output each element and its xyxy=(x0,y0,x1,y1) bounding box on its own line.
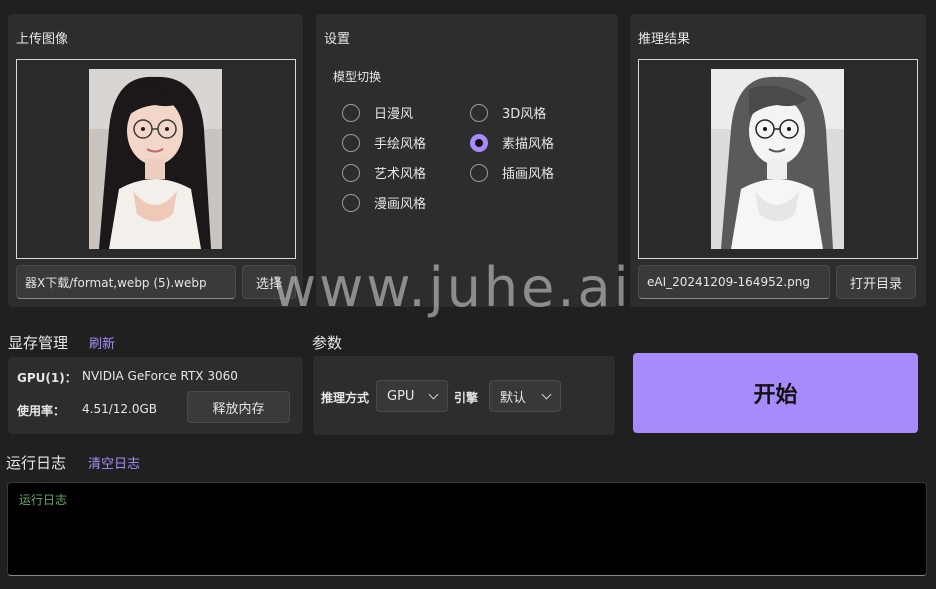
radio-indicator xyxy=(342,163,360,182)
result-panel: 推理结果 eAI_20241209-164952.png 打开目录 xyxy=(630,14,926,307)
usage-label: 使用率： xyxy=(17,404,66,418)
style-radio-art[interactable]: 艺术风格 xyxy=(342,163,426,182)
radio-label: 艺术风格 xyxy=(374,167,427,182)
inference-method-dropdown[interactable]: GPU xyxy=(376,380,448,412)
params-panel: 推理方式 GPU 引擎 默认 xyxy=(313,356,615,435)
chevron-down-icon xyxy=(541,389,552,400)
upload-title: 上传图像 xyxy=(16,32,69,47)
radio-indicator-selected xyxy=(470,133,488,152)
log-output[interactable]: 运行日志 xyxy=(7,482,927,576)
style-radio-hand-drawn[interactable]: 手绘风格 xyxy=(342,133,426,152)
log-section-title: 运行日志 xyxy=(6,454,67,472)
settings-title: 设置 xyxy=(324,32,351,47)
engine-label: 引擎 xyxy=(454,391,479,405)
result-sketch-photo xyxy=(711,69,844,249)
uploaded-photo xyxy=(89,69,222,249)
radio-indicator xyxy=(470,103,488,122)
usage-value: 4.51/12.0GB xyxy=(82,402,158,416)
open-directory-button[interactable]: 打开目录 xyxy=(836,265,916,299)
vram-panel: GPU(1)： NVIDIA GeForce RTX 3060 使用率： 4.5… xyxy=(8,357,303,434)
upload-panel: 上传图像 器X下载/format,webp (5).webp 选择 xyxy=(8,14,303,307)
style-radio-comic[interactable]: 漫画风格 xyxy=(342,193,426,212)
radio-indicator xyxy=(342,133,360,152)
log-placeholder: 运行日志 xyxy=(19,493,68,507)
result-filename-field[interactable]: eAI_20241209-164952.png xyxy=(638,265,830,299)
result-image-frame xyxy=(638,59,918,259)
radio-label: 漫画风格 xyxy=(374,197,427,212)
refresh-link[interactable]: 刷新 xyxy=(89,333,115,352)
release-memory-button[interactable]: 释放内存 xyxy=(187,391,290,423)
radio-label: 3D风格 xyxy=(502,107,547,122)
radio-indicator xyxy=(342,103,360,122)
engine-value: 默认 xyxy=(500,390,527,406)
params-section-title: 参数 xyxy=(312,334,343,352)
gpu-name: NVIDIA GeForce RTX 3060 xyxy=(82,369,238,383)
gpu-label: GPU(1)： xyxy=(17,371,77,385)
radio-label: 素描风格 xyxy=(502,137,555,152)
upload-filename-field[interactable]: 器X下载/format,webp (5).webp xyxy=(16,265,236,299)
inference-method-value: GPU xyxy=(387,388,415,404)
settings-panel: 设置 模型切换 日漫风 3D风格 手绘风格 素描风格 艺术风格 插画风格 漫画风… xyxy=(316,14,618,307)
radio-label: 日漫风 xyxy=(374,107,414,122)
style-radio-illustration[interactable]: 插画风格 xyxy=(470,163,554,182)
select-file-button[interactable]: 选择 xyxy=(242,265,296,299)
style-radio-3d[interactable]: 3D风格 xyxy=(470,103,546,122)
radio-label: 手绘风格 xyxy=(374,137,427,152)
model-switch-label: 模型切换 xyxy=(333,70,382,84)
start-button[interactable]: 开始 xyxy=(633,353,918,433)
engine-dropdown[interactable]: 默认 xyxy=(489,380,561,412)
inference-method-label: 推理方式 xyxy=(321,391,370,405)
result-title: 推理结果 xyxy=(638,32,691,47)
radio-label: 插画风格 xyxy=(502,167,555,182)
chevron-down-icon xyxy=(428,389,439,400)
style-radio-sketch[interactable]: 素描风格 xyxy=(470,133,554,152)
radio-indicator xyxy=(342,193,360,212)
radio-indicator xyxy=(470,163,488,182)
clear-log-link[interactable]: 清空日志 xyxy=(88,453,140,472)
vram-section-title: 显存管理 xyxy=(8,334,69,352)
upload-image-frame[interactable] xyxy=(16,59,296,259)
style-radio-rimanfeng[interactable]: 日漫风 xyxy=(342,103,413,122)
